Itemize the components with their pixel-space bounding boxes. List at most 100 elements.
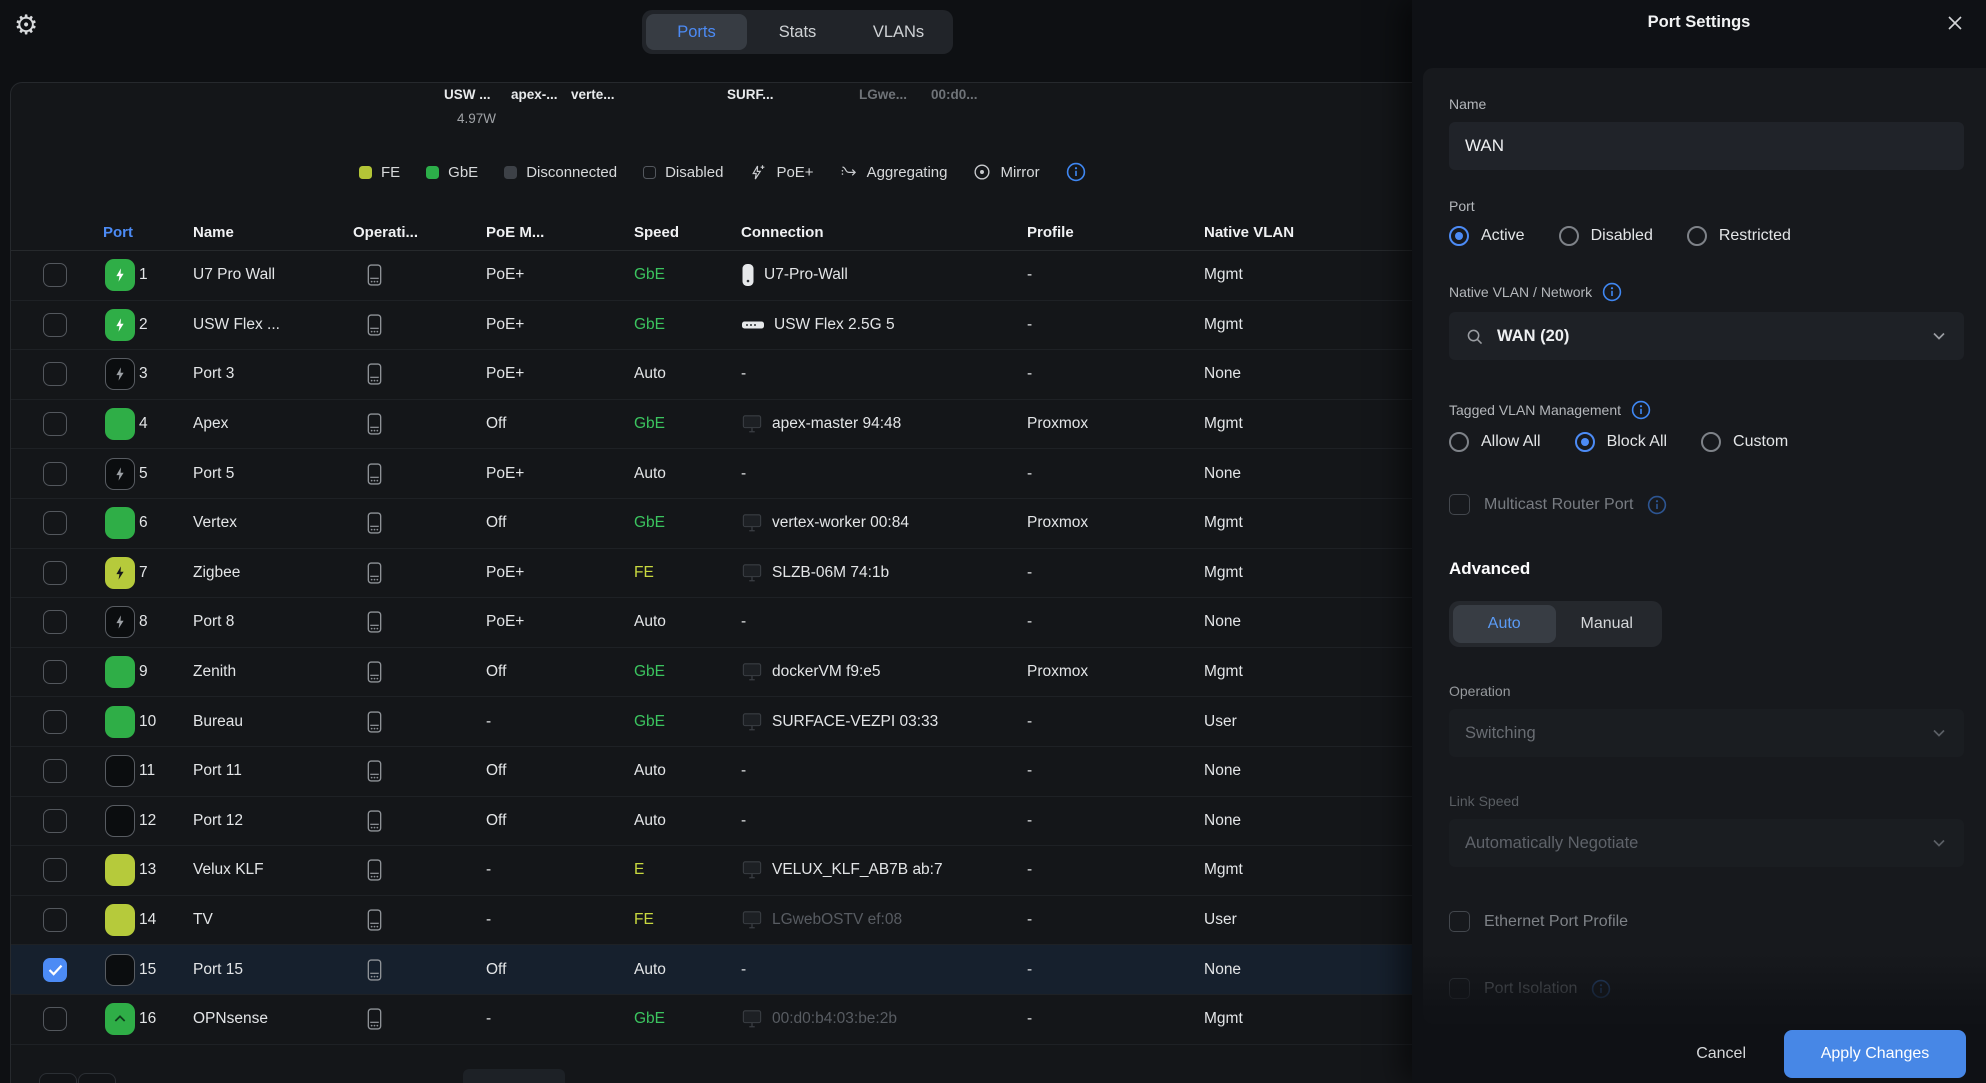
column-header-port[interactable]: Port	[89, 224, 193, 241]
switching-operation-icon	[365, 908, 384, 932]
row-checkbox[interactable]	[43, 759, 67, 783]
row-checkbox[interactable]	[43, 263, 67, 287]
row-checkbox[interactable]	[43, 809, 67, 833]
info-icon[interactable]	[1647, 495, 1667, 515]
tagged-vlan-option-allow-all[interactable]: Allow All	[1449, 432, 1541, 452]
fe-swatch	[359, 166, 372, 179]
radio-icon[interactable]	[1559, 226, 1579, 246]
info-icon[interactable]	[1066, 162, 1086, 182]
port-state-option-disabled[interactable]: Disabled	[1559, 226, 1653, 246]
port-isolation-checkbox[interactable]	[1449, 978, 1470, 999]
row-checkbox[interactable]	[43, 858, 67, 882]
row-checkbox[interactable]	[43, 610, 67, 634]
close-icon[interactable]	[1944, 12, 1966, 34]
row-checkbox[interactable]	[43, 462, 67, 486]
ethernet-port-profile-checkbox[interactable]	[1449, 911, 1470, 932]
row-checkbox[interactable]	[43, 958, 67, 982]
tab-ports[interactable]: Ports	[646, 14, 747, 50]
info-icon[interactable]	[1631, 400, 1651, 420]
apply-changes-button[interactable]: Apply Changes	[1784, 1030, 1966, 1078]
row-checkbox[interactable]	[43, 1007, 67, 1031]
name-input[interactable]	[1449, 122, 1964, 170]
multicast-router-port-checkbox-row[interactable]: Multicast Router Port	[1449, 494, 1964, 515]
pagination-next-button[interactable]	[78, 1073, 116, 1083]
ethernet-port-profile-checkbox-row[interactable]: Ethernet Port Profile	[1449, 911, 1964, 932]
port-state-option-restricted[interactable]: Restricted	[1687, 226, 1791, 246]
poe-mode: -	[486, 713, 634, 731]
access-point-icon	[741, 263, 755, 287]
table-row-port-3[interactable]: 3 Port 3 PoE+ Auto - - None	[11, 350, 1412, 400]
row-checkbox[interactable]	[43, 511, 67, 535]
multicast-checkbox[interactable]	[1449, 494, 1470, 515]
tab-vlans[interactable]: VLANs	[848, 14, 949, 50]
column-header-native-vlan[interactable]: Native VLAN	[1204, 224, 1412, 241]
connection-name: SLZB-06M 74:1b	[772, 564, 889, 582]
row-checkbox[interactable]	[43, 908, 67, 932]
cancel-button[interactable]: Cancel	[1696, 1045, 1746, 1063]
table-row-port-4[interactable]: 4 Apex Off GbE apex-master 94:48 Proxmox…	[11, 400, 1412, 450]
link-speed-select[interactable]: Automatically Negotiate	[1449, 819, 1964, 867]
pagination-prev-button[interactable]	[39, 1073, 77, 1083]
gear-icon[interactable]: ⚙	[14, 10, 38, 41]
table-row-port-9[interactable]: 9 Zenith Off GbE dockerVM f9:e5 Proxmox …	[11, 648, 1412, 698]
port-name: Vertex	[193, 514, 353, 532]
native-vlan-select[interactable]: WAN (20)	[1449, 312, 1964, 360]
port-profile: Proxmox	[1027, 514, 1204, 532]
switching-operation-icon	[365, 610, 384, 634]
column-header-name[interactable]: Name	[193, 224, 353, 241]
operation-select[interactable]: Switching	[1449, 709, 1964, 757]
tagged-vlan-option-custom[interactable]: Custom	[1701, 432, 1788, 452]
column-header-speed[interactable]: Speed	[634, 224, 741, 241]
table-row-port-10[interactable]: 10 Bureau - GbE SURFACE-VEZPI 03:33 - Us…	[11, 697, 1412, 747]
port-number: 4	[139, 415, 193, 433]
info-icon[interactable]	[1602, 282, 1622, 302]
port-state-option-active[interactable]: Active	[1449, 226, 1525, 246]
port-status-icon	[105, 408, 135, 440]
table-row-port-1[interactable]: 1 U7 Pro Wall PoE+ GbE U7-Pro-Wall - Mgm…	[11, 251, 1412, 301]
tagged-vlan-option-block-all[interactable]: Block All	[1575, 432, 1667, 452]
radio-icon[interactable]	[1687, 226, 1707, 246]
row-checkbox[interactable]	[43, 313, 67, 337]
client-device-icon	[741, 910, 763, 930]
search-icon	[1465, 327, 1484, 346]
row-checkbox[interactable]	[43, 561, 67, 585]
multicast-label: Multicast Router Port	[1484, 496, 1633, 514]
rows-per-page-control[interactable]	[463, 1069, 565, 1083]
table-row-port-6[interactable]: 6 Vertex Off GbE vertex-worker 00:84 Pro…	[11, 499, 1412, 549]
tab-stats[interactable]: Stats	[747, 14, 848, 50]
port-profile: -	[1027, 266, 1204, 284]
radio-icon[interactable]	[1449, 432, 1469, 452]
port-settings-form: Name Port ActiveDisabledRestricted Nativ…	[1423, 68, 1986, 1024]
radio-icon[interactable]	[1575, 432, 1595, 452]
column-header-operation[interactable]: Operati...	[353, 224, 486, 241]
advanced-mode-manual[interactable]: Manual	[1556, 605, 1659, 643]
column-header-profile[interactable]: Profile	[1027, 224, 1204, 241]
advanced-mode-auto[interactable]: Auto	[1453, 605, 1556, 643]
connection-name: -	[741, 365, 746, 383]
radio-icon[interactable]	[1701, 432, 1721, 452]
port-isolation-checkbox-row[interactable]: Port Isolation	[1449, 978, 1964, 999]
column-header-poe-mode[interactable]: PoE M...	[486, 224, 634, 241]
table-row-port-7[interactable]: 7 Zigbee PoE+ FE SLZB-06M 74:1b - Mgmt	[11, 549, 1412, 599]
radio-icon[interactable]	[1449, 226, 1469, 246]
legend-item-mirror: Mirror	[973, 163, 1039, 181]
legend-label: FE	[381, 164, 400, 181]
switching-operation-icon	[365, 710, 384, 734]
table-row-port-5[interactable]: 5 Port 5 PoE+ Auto - - None	[11, 449, 1412, 499]
table-row-port-14[interactable]: 14 TV - FE LGwebOSTV ef:08 - User	[11, 896, 1412, 946]
info-icon[interactable]	[1591, 979, 1611, 999]
table-row-port-2[interactable]: 2 USW Flex ... PoE+ GbE USW Flex 2.5G 5 …	[11, 301, 1412, 351]
port-name: TV	[193, 911, 353, 929]
table-row-port-11[interactable]: 11 Port 11 Off Auto - - None	[11, 747, 1412, 797]
table-row-port-8[interactable]: 8 Port 8 PoE+ Auto - - None	[11, 598, 1412, 648]
table-row-port-12[interactable]: 12 Port 12 Off Auto - - None	[11, 797, 1412, 847]
table-row-port-15[interactable]: 15 Port 15 Off Auto - - None	[11, 945, 1412, 995]
row-checkbox[interactable]	[43, 660, 67, 684]
row-checkbox[interactable]	[43, 412, 67, 436]
port-name: Zenith	[193, 663, 353, 681]
column-header-connection[interactable]: Connection	[741, 224, 1027, 241]
table-row-port-13[interactable]: 13 Velux KLF - E VELUX_KLF_AB7B ab:7 - M…	[11, 846, 1412, 896]
row-checkbox[interactable]	[43, 362, 67, 386]
table-row-port-16[interactable]: 16 OPNsense - GbE 00:d0:b4:03:be:2b - Mg…	[11, 995, 1412, 1045]
row-checkbox[interactable]	[43, 710, 67, 734]
